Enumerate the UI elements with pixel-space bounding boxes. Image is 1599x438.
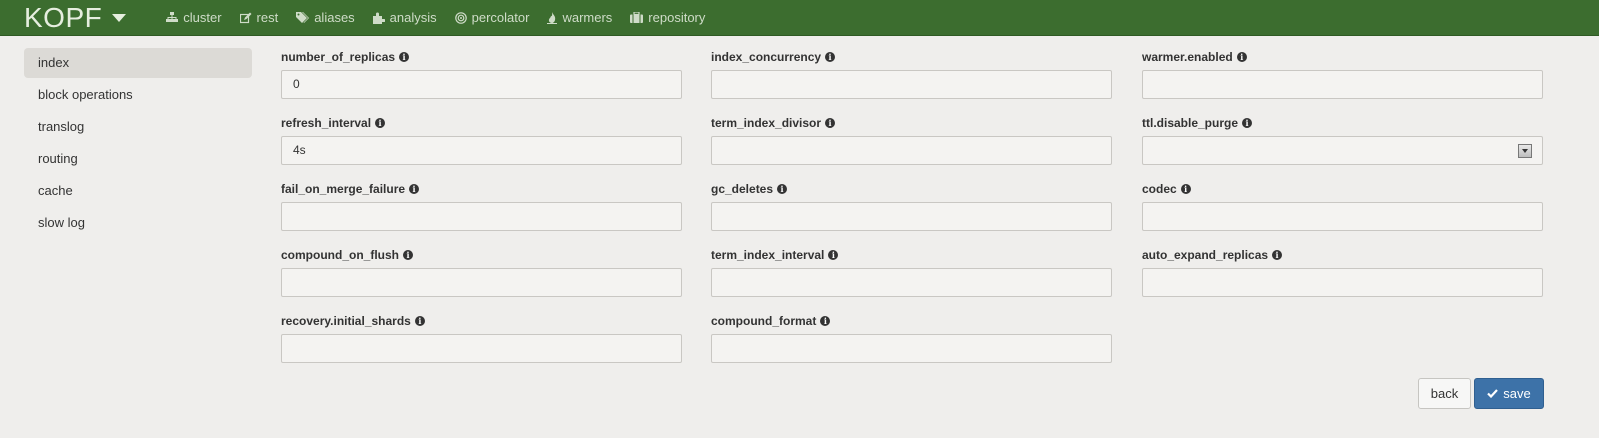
brand-label: KOPF (24, 1, 103, 33)
term-index-divisor-input[interactable] (711, 136, 1112, 165)
sidebar-item-block-operations[interactable]: block operations (24, 80, 252, 110)
nav-rest[interactable]: rest (239, 10, 279, 25)
info-icon[interactable]: i (1272, 250, 1283, 260)
field-term-index-interval: term_index_interval i (711, 246, 1112, 297)
nav-cluster-label: cluster (183, 10, 222, 25)
field-label: number_of_replicas (281, 50, 396, 64)
sidebar-item-routing[interactable]: routing (24, 144, 252, 174)
nav-warmers[interactable]: warmers (547, 10, 612, 25)
back-button[interactable]: back (1418, 378, 1471, 409)
field-label: gc_deletes (711, 182, 774, 196)
field-label: recovery.initial_shards (281, 314, 411, 328)
nav-cluster[interactable]: cluster (166, 10, 222, 25)
info-icon[interactable]: i (825, 52, 836, 62)
nav-aliases[interactable]: aliases (296, 10, 355, 25)
sitemap-icon (166, 12, 179, 22)
nav-percolator-label: percolator (471, 10, 530, 25)
fail-on-merge-failure-input[interactable] (281, 202, 682, 231)
nav-rest-label: rest (256, 10, 279, 25)
field-label: compound_format (711, 314, 817, 328)
info-icon[interactable]: i (409, 184, 420, 194)
caret-down-icon (112, 13, 127, 22)
field-term-index-divisor: term_index_divisor i (711, 114, 1112, 165)
field-label: ttl.disable_purge (1142, 116, 1239, 130)
info-icon[interactable]: i (1242, 118, 1253, 128)
sidebar-item-translog[interactable]: translog (24, 112, 252, 142)
check-icon (1487, 389, 1499, 398)
info-icon[interactable]: i (375, 118, 386, 128)
field-recovery-initial-shards: recovery.initial_shards i (281, 312, 682, 363)
fire-icon (547, 11, 558, 24)
save-button-label: save (1503, 386, 1531, 401)
nav-analysis[interactable]: analysis (372, 10, 437, 25)
info-icon[interactable]: i (828, 250, 839, 260)
ttl-disable-purge-select[interactable] (1142, 136, 1543, 165)
dropdown-arrow-icon[interactable] (1518, 144, 1532, 158)
save-button[interactable]: save (1474, 378, 1544, 409)
top-navbar: KOPF cluster rest aliases analysis perco… (0, 0, 1599, 36)
field-label: codec (1142, 182, 1177, 196)
info-icon[interactable]: i (1180, 184, 1191, 194)
field-ttl-disable-purge: ttl.disable_purge i (1142, 114, 1543, 165)
briefcase-icon (630, 12, 644, 23)
field-label: term_index_divisor (711, 116, 822, 130)
edit-icon (239, 12, 252, 23)
brand-menu[interactable]: KOPF (24, 1, 127, 34)
compound-format-input[interactable] (711, 334, 1112, 363)
sidebar-item-index[interactable]: index (24, 48, 252, 78)
field-fail-on-merge-failure: fail_on_merge_failure i (281, 180, 682, 231)
field-label: index_concurrency (711, 50, 822, 64)
field-gc-deletes: gc_deletes i (711, 180, 1112, 231)
info-icon[interactable]: i (414, 316, 425, 326)
nav-aliases-label: aliases (314, 10, 355, 25)
codec-input[interactable] (1142, 202, 1543, 231)
warmer-enabled-input[interactable] (1142, 70, 1543, 99)
info-icon[interactable]: i (403, 250, 413, 260)
field-compound-on-flush: compound_on_flush i (281, 246, 682, 297)
auto-expand-replicas-input[interactable] (1142, 268, 1543, 297)
nav-repository-label: repository (648, 10, 706, 25)
field-codec: codec i (1142, 180, 1543, 231)
refresh-interval-input[interactable]: 4s (281, 136, 682, 165)
field-label: compound_on_flush (281, 248, 399, 262)
sidebar-item-slow-log[interactable]: slow log (24, 208, 252, 238)
term-index-interval-input[interactable] (711, 268, 1112, 297)
info-icon[interactable]: i (825, 118, 836, 128)
info-icon[interactable]: i (1236, 52, 1247, 62)
field-compound-format: compound_format i (711, 312, 1112, 363)
puzzle-icon (372, 12, 385, 24)
gc-deletes-input[interactable] (711, 202, 1112, 231)
tags-icon (296, 12, 310, 23)
compound-on-flush-input[interactable] (281, 268, 682, 297)
info-icon[interactable]: i (820, 316, 831, 326)
sidebar-item-cache[interactable]: cache (24, 176, 252, 206)
nav-repository[interactable]: repository (630, 10, 705, 25)
recovery-initial-shards-input[interactable] (281, 334, 682, 363)
index-concurrency-input[interactable] (711, 70, 1112, 99)
field-warmer-enabled: warmer.enabled i (1142, 48, 1543, 99)
field-index-concurrency: index_concurrency i (711, 48, 1112, 99)
field-auto-expand-replicas: auto_expand_replicas i (1142, 246, 1543, 297)
field-refresh-interval: refresh_interval i 4s (281, 114, 682, 165)
nav-analysis-label: analysis (389, 10, 437, 25)
field-label: warmer.enabled (1142, 50, 1233, 64)
nav-warmers-label: warmers (562, 10, 613, 25)
settings-sidebar: index block operations translog routing … (24, 48, 252, 240)
nav-percolator[interactable]: percolator (454, 10, 530, 25)
field-label: fail_on_merge_failure (281, 182, 406, 196)
field-number-of-replicas: number_of_replicas i 0 (281, 48, 682, 99)
field-label: auto_expand_replicas (1142, 248, 1269, 262)
back-button-label: back (1430, 386, 1459, 401)
target-icon (454, 11, 467, 24)
info-icon[interactable]: i (399, 52, 410, 62)
field-label: refresh_interval (281, 116, 372, 130)
field-label: term_index_interval (711, 248, 825, 262)
number-of-replicas-input[interactable]: 0 (281, 70, 682, 99)
info-icon[interactable]: i (777, 184, 788, 194)
